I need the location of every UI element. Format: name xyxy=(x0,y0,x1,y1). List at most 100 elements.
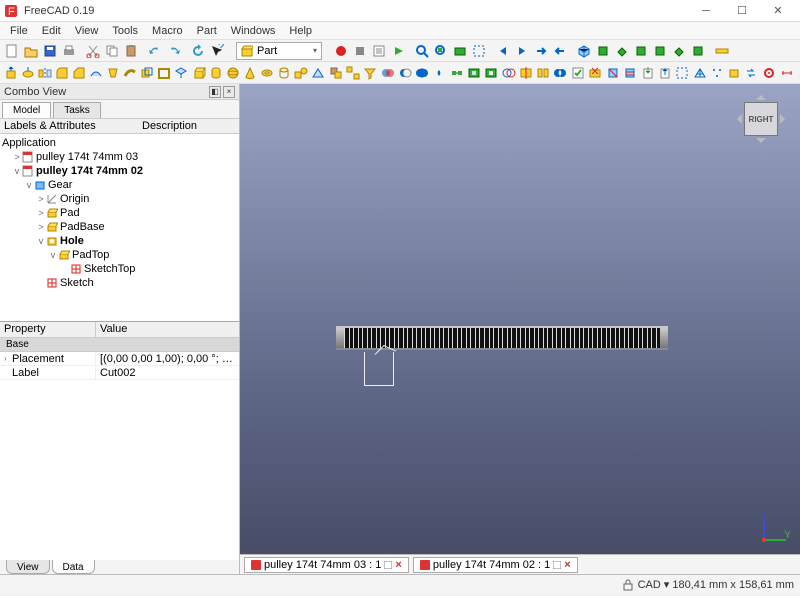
rear-view-button[interactable] xyxy=(651,42,669,60)
nav-style[interactable]: CAD xyxy=(638,579,661,591)
close-button[interactable]: ✕ xyxy=(760,0,796,22)
extrude-button[interactable] xyxy=(3,64,19,82)
menu-macro[interactable]: Macro xyxy=(146,24,189,38)
nav-cube[interactable]: RIGHT xyxy=(732,90,790,148)
tree-item[interactable]: SketchTop xyxy=(0,262,239,276)
fit-all-button[interactable] xyxy=(413,42,431,60)
menu-edit[interactable]: Edit xyxy=(36,24,67,38)
copy-button[interactable] xyxy=(103,42,121,60)
close-tab-icon[interactable]: × xyxy=(564,559,570,571)
shapebuilder-button[interactable] xyxy=(310,64,326,82)
projection-button[interactable] xyxy=(173,64,189,82)
bounding-box-button[interactable] xyxy=(470,42,488,60)
sphere-button[interactable] xyxy=(225,64,241,82)
menu-file[interactable]: File xyxy=(4,24,34,38)
tree-item[interactable]: vGear xyxy=(0,178,239,192)
compound-filter-button[interactable] xyxy=(362,64,378,82)
tree-item[interactable]: vPadTop xyxy=(0,248,239,262)
macro-run-button[interactable] xyxy=(389,42,407,60)
cube-button[interactable] xyxy=(191,64,207,82)
check-geometry-button[interactable] xyxy=(570,64,586,82)
union-button[interactable] xyxy=(414,64,430,82)
measure-angular-button[interactable] xyxy=(796,64,800,82)
tree-item[interactable]: >Origin xyxy=(0,192,239,206)
section-button[interactable] xyxy=(605,64,621,82)
box-selection-button[interactable] xyxy=(674,64,690,82)
convert-to-solid-button[interactable] xyxy=(726,64,742,82)
tree-item[interactable]: >PadBase xyxy=(0,220,239,234)
minimize-button[interactable]: ─ xyxy=(688,0,724,22)
tab-tasks[interactable]: Tasks xyxy=(53,102,101,118)
lock-icon[interactable] xyxy=(622,579,634,591)
paste-button[interactable] xyxy=(122,42,140,60)
import-button[interactable] xyxy=(640,64,656,82)
panel-close-button[interactable]: × xyxy=(223,86,235,98)
cut-button[interactable] xyxy=(84,42,102,60)
defeaturing-button[interactable] xyxy=(587,64,603,82)
tree-item[interactable]: vpulley 174t 74mm 02 xyxy=(0,164,239,178)
doc-tab-1[interactable]: pulley 174t 74mm 03 : 1 × xyxy=(244,557,409,573)
boolean-button[interactable] xyxy=(380,64,396,82)
fit-selection-button[interactable] xyxy=(432,42,450,60)
redo-button[interactable] xyxy=(165,42,183,60)
menu-view[interactable]: View xyxy=(69,24,105,38)
nav-back-button[interactable] xyxy=(494,42,512,60)
macro-list-button[interactable] xyxy=(370,42,388,60)
slice-apart-button[interactable] xyxy=(518,64,534,82)
measure-button[interactable] xyxy=(713,42,731,60)
bottom-view-button[interactable] xyxy=(670,42,688,60)
export-button[interactable] xyxy=(657,64,673,82)
bool-fragments-button[interactable] xyxy=(501,64,517,82)
shape-from-mesh-button[interactable] xyxy=(692,64,708,82)
doc-tab-2[interactable]: pulley 174t 74mm 02 : 1 × xyxy=(413,557,578,573)
iso-view-button[interactable] xyxy=(575,42,593,60)
thickness-button[interactable] xyxy=(156,64,172,82)
tree-item[interactable]: vHole xyxy=(0,234,239,248)
menu-part[interactable]: Part xyxy=(191,24,223,38)
nav-fwd-button[interactable] xyxy=(513,42,531,60)
macro-stop-button[interactable] xyxy=(351,42,369,60)
sweep-button[interactable] xyxy=(122,64,138,82)
workbench-selector[interactable]: Part xyxy=(236,42,322,60)
measure-linear-button[interactable] xyxy=(779,64,795,82)
cross-sections-button[interactable] xyxy=(622,64,638,82)
refresh-button[interactable] xyxy=(189,42,207,60)
primitives-button[interactable] xyxy=(293,64,309,82)
right-view-button[interactable] xyxy=(632,42,650,60)
menu-help[interactable]: Help xyxy=(283,24,318,38)
top-view-button[interactable] xyxy=(613,42,631,60)
navcube-face[interactable]: RIGHT xyxy=(744,102,778,136)
points-from-mesh-button[interactable] xyxy=(709,64,725,82)
tree-item[interactable]: Sketch xyxy=(0,276,239,290)
tree-root[interactable]: Application xyxy=(2,137,56,149)
loft-button[interactable] xyxy=(105,64,121,82)
save-button[interactable] xyxy=(41,42,59,60)
ruled-surface-button[interactable] xyxy=(88,64,104,82)
fillet-button[interactable] xyxy=(54,64,70,82)
cutout-button[interactable] xyxy=(483,64,499,82)
xor-button[interactable] xyxy=(552,64,568,82)
chamfer-button[interactable] xyxy=(71,64,87,82)
front-view-button[interactable] xyxy=(594,42,612,60)
macro-record-button[interactable] xyxy=(332,42,350,60)
model-tree[interactable]: Application >pulley 174t 74mm 03vpulley … xyxy=(0,134,239,322)
open-button[interactable] xyxy=(22,42,40,60)
panel-float-button[interactable]: ◧ xyxy=(209,86,221,98)
intersect-button[interactable] xyxy=(431,64,447,82)
maximize-button[interactable]: ☐ xyxy=(724,0,760,22)
connect-button[interactable] xyxy=(449,64,465,82)
tab-data[interactable]: Data xyxy=(52,560,95,574)
embed-button[interactable] xyxy=(466,64,482,82)
cut-bool-button[interactable] xyxy=(397,64,413,82)
navcube-down[interactable] xyxy=(756,138,766,148)
3d-viewport[interactable]: RIGHT Z Y pulley 174t 74mm 03 : 1 × xyxy=(240,84,800,574)
navcube-left[interactable] xyxy=(732,114,742,124)
new-button[interactable] xyxy=(3,42,21,60)
navcube-up[interactable] xyxy=(756,90,766,100)
close-tab-icon[interactable]: × xyxy=(395,559,401,571)
torus-button[interactable] xyxy=(259,64,275,82)
link-select-button[interactable] xyxy=(551,42,569,60)
attachment-button[interactable] xyxy=(761,64,777,82)
make-compound-button[interactable] xyxy=(328,64,344,82)
sketch-outline[interactable] xyxy=(364,352,394,386)
